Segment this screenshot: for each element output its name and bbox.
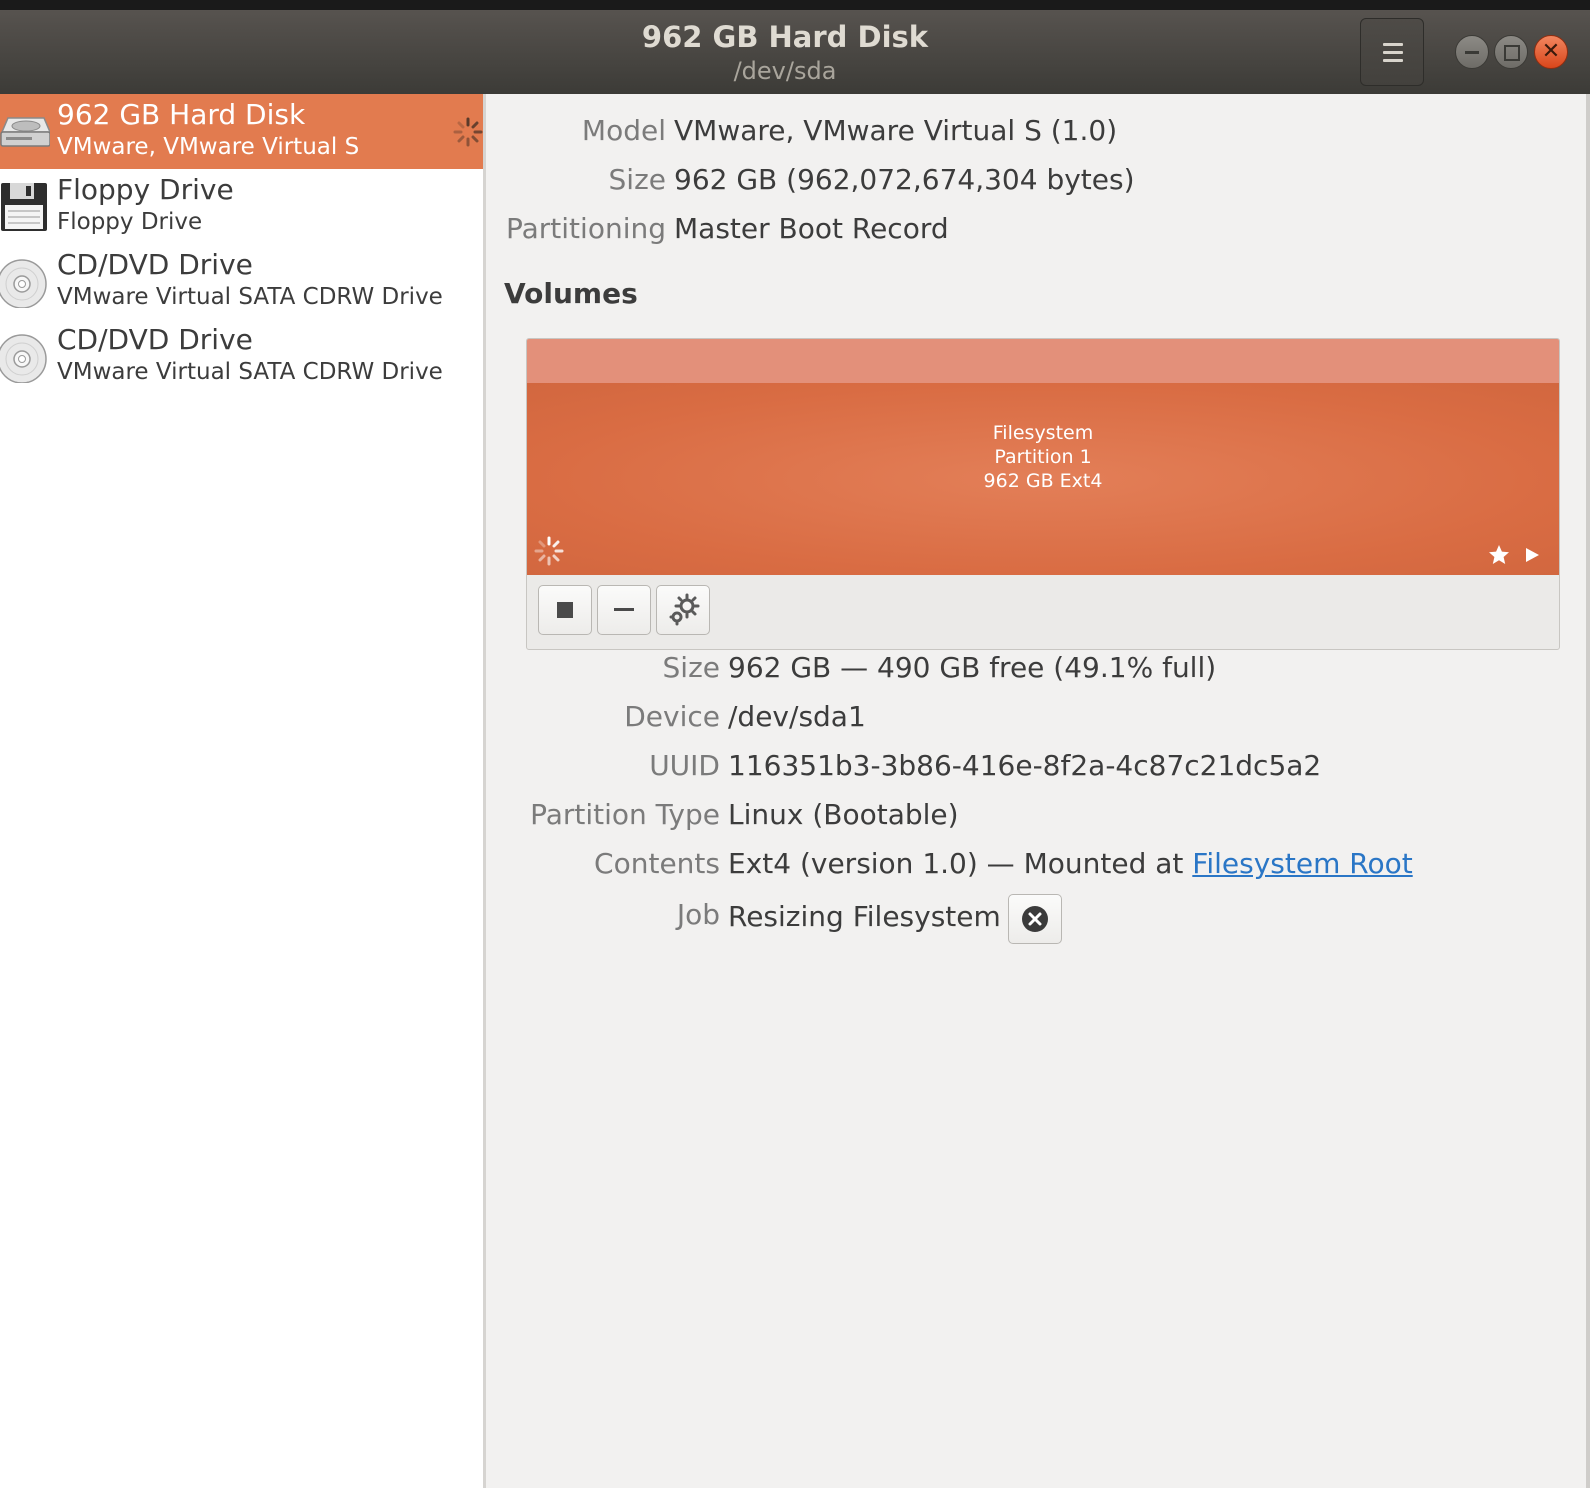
close-button[interactable]: ✕ xyxy=(1534,35,1568,69)
contents-label: Contents xyxy=(594,847,720,880)
partition-label: Filesystem Partition 1 962 GB Ext4 xyxy=(527,421,1559,493)
drive-name: CD/DVD Drive xyxy=(57,248,253,281)
partitioning-value: Master Boot Record xyxy=(674,212,949,245)
cancel-job-button[interactable] xyxy=(1008,894,1062,944)
model-value: VMware, VMware Virtual S (1.0) xyxy=(674,114,1118,147)
disk-size-label: Size xyxy=(608,163,666,196)
busy-spinner-icon xyxy=(453,117,483,147)
drive-item-cdrom-1[interactable]: CD/DVD Drive VMware Virtual SATA CDRW Dr… xyxy=(0,244,483,319)
device-label: Device xyxy=(624,700,720,733)
optical-disc-icon xyxy=(0,334,47,383)
volume-map: Filesystem Partition 1 962 GB Ext4 xyxy=(526,338,1560,650)
volume-size-value: 962 GB — 490 GB free (49.1% full) xyxy=(728,651,1217,684)
drive-item-hard-disk[interactable]: 962 GB Hard Disk VMware, VMware Virtual … xyxy=(0,94,483,169)
disk-strip xyxy=(527,339,1559,383)
title-bar: 962 GB Hard Disk /dev/sda ✕ xyxy=(0,10,1590,95)
drive-description: VMware Virtual SATA CDRW Drive xyxy=(57,359,443,385)
app-menu-button[interactable] xyxy=(1360,18,1424,86)
drive-name: Floppy Drive xyxy=(57,173,234,206)
unmount-button[interactable] xyxy=(538,585,592,635)
partition-size-text: 962 GB Ext4 xyxy=(983,470,1103,492)
drive-description: Floppy Drive xyxy=(57,209,203,235)
uuid-label: UUID xyxy=(649,749,720,782)
partition-type-value: Linux (Bootable) xyxy=(728,798,959,831)
window-subtitle: /dev/sda xyxy=(733,57,837,85)
drive-list: 962 GB Hard Disk VMware, VMware Virtual … xyxy=(0,94,486,1488)
contents-value: Ext4 (version 1.0) — Mounted at Filesyst… xyxy=(728,847,1413,880)
contents-text: Ext4 (version 1.0) — Mounted at xyxy=(728,847,1193,880)
drive-name: CD/DVD Drive xyxy=(57,323,253,356)
partition-options-button[interactable] xyxy=(656,585,710,635)
minimize-button[interactable] xyxy=(1455,35,1489,69)
filesystem-root-link[interactable]: Filesystem Root xyxy=(1192,847,1412,880)
star-icon xyxy=(1489,545,1509,564)
close-icon: ✕ xyxy=(1541,39,1561,64)
top-strip xyxy=(0,0,1590,10)
uuid-value: 116351b3-3b86-416e-8f2a-4c87c21dc5a2 xyxy=(728,749,1322,782)
disk-details-pane: Model VMware, VMware Virtual S (1.0) Siz… xyxy=(486,94,1586,1488)
device-value: /dev/sda1 xyxy=(728,700,866,733)
minus-icon xyxy=(614,608,634,611)
window-title: 962 GB Hard Disk xyxy=(641,20,929,54)
window-body: 962 GB Hard Disk VMware, VMware Virtual … xyxy=(0,94,1586,1488)
partition-type-text: Filesystem xyxy=(992,422,1094,444)
cancel-icon xyxy=(1022,906,1048,932)
partition-name-text: Partition 1 xyxy=(994,446,1092,468)
model-label: Model xyxy=(581,114,666,147)
drive-name: 962 GB Hard Disk xyxy=(57,98,306,131)
drive-description: VMware, VMware Virtual S xyxy=(57,134,360,160)
volume-size-label: Size xyxy=(662,651,720,684)
job-label: Job xyxy=(676,898,720,931)
hard-disk-icon xyxy=(0,117,50,147)
stop-icon xyxy=(557,602,573,618)
drive-description: VMware Virtual SATA CDRW Drive xyxy=(57,284,443,310)
window-edge xyxy=(1586,94,1590,1488)
floppy-icon xyxy=(1,183,47,231)
maximize-button[interactable] xyxy=(1494,35,1528,69)
volumes-heading: Volumes xyxy=(504,277,638,310)
partition-type-label: Partition Type xyxy=(530,798,720,831)
drive-item-floppy[interactable]: Floppy Drive Floppy Drive xyxy=(0,169,483,244)
play-icon xyxy=(1526,548,1539,562)
hamburger-icon xyxy=(1383,43,1403,67)
optical-disc-icon xyxy=(0,259,47,308)
partition-block[interactable]: Filesystem Partition 1 962 GB Ext4 xyxy=(527,383,1559,575)
delete-partition-button[interactable] xyxy=(597,585,651,635)
busy-spinner-icon xyxy=(534,536,564,566)
drive-item-cdrom-2[interactable]: CD/DVD Drive VMware Virtual SATA CDRW Dr… xyxy=(0,319,483,394)
gears-icon xyxy=(669,593,700,626)
partitioning-label: Partitioning xyxy=(506,212,666,245)
job-value: Resizing Filesystem xyxy=(728,900,1001,933)
disk-size-value: 962 GB (962,072,674,304 bytes) xyxy=(674,163,1135,196)
